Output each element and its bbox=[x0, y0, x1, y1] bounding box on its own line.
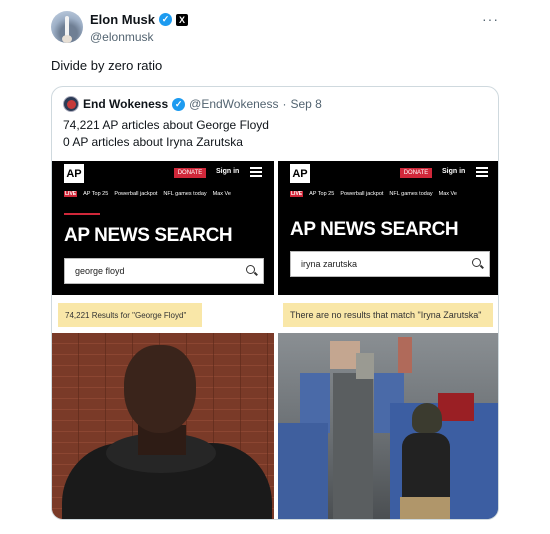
author-avatar[interactable] bbox=[51, 11, 83, 43]
quote-header: End Wokeness ✓ @EndWokeness · Sep 8 bbox=[63, 96, 322, 112]
quote-text-line-1: 74,221 AP articles about George Floyd bbox=[63, 118, 269, 132]
blurred-region bbox=[356, 353, 374, 379]
blurred-region bbox=[398, 337, 412, 373]
nav-item: Max Ve bbox=[212, 191, 231, 197]
x-logo-icon: X bbox=[176, 13, 189, 26]
quote-author-handle[interactable]: @EndWokeness bbox=[189, 97, 278, 111]
photo-figure-head bbox=[124, 345, 196, 433]
quote-date[interactable]: Sep 8 bbox=[290, 97, 321, 111]
ap-search-screenshot-left[interactable]: AP DONATE Sign in LIVE AP Top 25 Powerba… bbox=[52, 161, 274, 295]
photo-figure-seated bbox=[402, 433, 450, 503]
nav-item: Powerball jackpot bbox=[114, 191, 158, 197]
train-seat bbox=[278, 423, 328, 519]
photo-figure-cap bbox=[412, 403, 442, 433]
photo-figure-red bbox=[438, 393, 474, 421]
more-options-icon[interactable]: ··· bbox=[482, 11, 499, 27]
author-name[interactable]: Elon Musk bbox=[90, 12, 155, 27]
nav-item: NFL games today bbox=[163, 191, 207, 197]
search-icon bbox=[246, 265, 255, 274]
ap-search-field: george floyd bbox=[64, 258, 264, 284]
sign-in-link: Sign in bbox=[216, 168, 240, 175]
ap-nav-bar: LIVE AP Top 25 Powerball jackpot NFL gam… bbox=[64, 191, 269, 197]
author-row: Elon Musk ✓ X bbox=[90, 12, 189, 27]
train-aisle bbox=[333, 373, 373, 519]
quoted-tweet[interactable]: End Wokeness ✓ @EndWokeness · Sep 8 74,2… bbox=[51, 86, 499, 520]
ap-logo: AP bbox=[64, 164, 84, 183]
quote-author-name[interactable]: End Wokeness bbox=[83, 97, 168, 111]
search-query: iryna zarutska bbox=[301, 259, 358, 269]
ap-search-screenshot-right[interactable]: AP DONATE Sign in LIVE AP Top 25 Powerba… bbox=[278, 161, 498, 295]
donate-button: DONATE bbox=[400, 168, 432, 178]
live-badge: LIVE bbox=[290, 191, 304, 197]
ap-search-field: iryna zarutska bbox=[290, 251, 490, 277]
portrait-photo[interactable] bbox=[52, 333, 274, 519]
separator-dot: · bbox=[282, 97, 287, 111]
train-photo[interactable] bbox=[278, 333, 498, 519]
photo-figure-shorts bbox=[400, 497, 450, 519]
ap-logo: AP bbox=[290, 164, 310, 183]
donate-button: DONATE bbox=[174, 168, 206, 178]
hamburger-menu-icon bbox=[476, 167, 488, 177]
verified-badge-icon: ✓ bbox=[172, 97, 186, 111]
ap-search-title: AP NEWS SEARCH bbox=[290, 219, 459, 240]
nav-item: Powerball jackpot bbox=[340, 191, 384, 197]
live-badge: LIVE bbox=[64, 191, 78, 197]
hamburger-menu-icon bbox=[250, 167, 262, 177]
quote-text-line-2: 0 AP articles about Iryna Zarutska bbox=[63, 135, 243, 149]
sign-in-link: Sign in bbox=[442, 168, 466, 175]
ap-search-title: AP NEWS SEARCH bbox=[64, 225, 233, 246]
nav-item: AP Top 25 bbox=[309, 191, 335, 197]
search-query: george floyd bbox=[75, 266, 125, 276]
results-count-left: 74,221 Results for "George Floyd" bbox=[58, 303, 202, 327]
search-icon bbox=[472, 258, 481, 267]
nav-item: AP Top 25 bbox=[83, 191, 109, 197]
nav-item: Max Ve bbox=[438, 191, 457, 197]
accent-bar bbox=[64, 213, 100, 215]
nav-item: NFL games today bbox=[389, 191, 433, 197]
results-count-right: There are no results that match "Iryna Z… bbox=[283, 303, 493, 327]
tweet-text: Divide by zero ratio bbox=[51, 58, 163, 73]
ap-nav-bar: LIVE AP Top 25 Powerball jackpot NFL gam… bbox=[290, 191, 495, 197]
author-handle[interactable]: @elonmusk bbox=[90, 30, 154, 44]
rocket-plume-image bbox=[62, 35, 72, 43]
quote-avatar[interactable] bbox=[63, 96, 79, 112]
verified-badge-icon: ✓ bbox=[159, 13, 173, 26]
